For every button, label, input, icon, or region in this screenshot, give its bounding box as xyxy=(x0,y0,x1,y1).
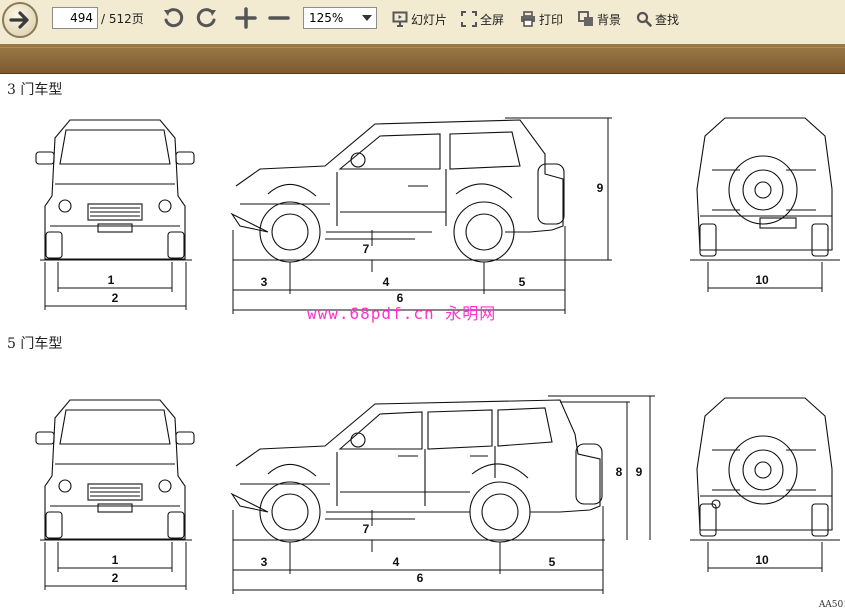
toolbar-shelf xyxy=(0,44,845,74)
background-label: 背景 xyxy=(597,12,622,27)
search-button[interactable]: 查找 xyxy=(636,9,679,29)
fullscreen-icon xyxy=(461,11,477,27)
front-view-drawing xyxy=(35,119,195,260)
slideshow-icon xyxy=(392,11,408,27)
dim-label-2: 2 xyxy=(112,571,119,585)
dim-label-9: 9 xyxy=(636,465,643,479)
dim-label-1: 1 xyxy=(108,273,115,287)
section-title-3-door: 3 门车型 xyxy=(7,82,63,98)
dim-label-6: 6 xyxy=(417,571,424,585)
print-button[interactable]: 打印 xyxy=(520,9,563,29)
slideshow-label: 幻灯片 xyxy=(411,12,448,27)
arrow-right-icon xyxy=(9,11,29,29)
plus-icon xyxy=(235,7,257,29)
side-view-drawing xyxy=(230,399,603,543)
front-view-drawing xyxy=(35,399,195,540)
document-page[interactable]: 3 门车型 5 门车型 1 2 3 4 5 6 7 9 10 1 2 3 4 5… xyxy=(0,74,845,613)
search-icon xyxy=(636,11,652,27)
rear-view-drawing xyxy=(696,397,833,537)
dim-label-10: 10 xyxy=(755,273,769,287)
watermark: www.68pdf.cn 永明网 xyxy=(307,304,497,323)
slideshow-button[interactable]: 幻灯片 xyxy=(392,9,447,29)
background-button[interactable]: 背景 xyxy=(578,9,621,29)
dim-label-3: 3 xyxy=(261,555,268,569)
viewer-toolbar: / 512页 125% 幻灯片 xyxy=(0,0,845,45)
dim-label-2: 2 xyxy=(112,291,119,305)
chevron-down-icon xyxy=(358,8,376,28)
dim-label-4: 4 xyxy=(383,275,390,289)
dim-label-10: 10 xyxy=(755,553,769,567)
search-label: 查找 xyxy=(655,12,680,27)
dim-label-4: 4 xyxy=(393,555,400,569)
zoom-in-button[interactable] xyxy=(234,6,258,30)
minus-icon xyxy=(268,16,290,20)
dim-label-1: 1 xyxy=(112,553,119,567)
dim-label-8: 8 xyxy=(616,465,623,479)
rotate-left-icon xyxy=(164,8,184,28)
page-number-input[interactable] xyxy=(52,7,98,29)
dim-label-3: 3 xyxy=(261,275,268,289)
go-page-button[interactable] xyxy=(2,2,38,38)
dim-label-7: 7 xyxy=(363,522,370,536)
side-view-drawing xyxy=(230,119,565,263)
section-title-5-door: 5 门车型 xyxy=(7,336,63,352)
rotate-left-button[interactable] xyxy=(161,6,185,30)
rear-view-drawing xyxy=(696,117,833,257)
vehicle-dimension-diagram-5-door: 1 2 3 4 5 6 7 8 9 10 xyxy=(35,395,840,594)
rotate-right-icon xyxy=(196,8,216,28)
printer-icon xyxy=(521,11,535,27)
zoom-value: 125% xyxy=(309,11,344,25)
page-total: / 512页 xyxy=(101,12,144,26)
dim-label-5: 5 xyxy=(519,275,526,289)
figure-ref-code: AA501 xyxy=(818,600,845,610)
vehicle-dimension-diagram-3-door: 1 2 3 4 5 6 7 9 10 xyxy=(35,117,840,314)
background-icon xyxy=(578,11,593,26)
print-label: 打印 xyxy=(539,12,564,27)
zoom-select[interactable]: 125% xyxy=(303,7,377,29)
dim-label-9: 9 xyxy=(597,181,604,195)
rotate-right-button[interactable] xyxy=(195,6,219,30)
fullscreen-label: 全屏 xyxy=(480,12,505,27)
dimension-lines xyxy=(40,395,840,594)
zoom-out-button[interactable] xyxy=(267,6,291,30)
dim-label-7: 7 xyxy=(363,242,370,256)
fullscreen-button[interactable]: 全屏 xyxy=(461,9,504,29)
dim-label-5: 5 xyxy=(549,555,556,569)
